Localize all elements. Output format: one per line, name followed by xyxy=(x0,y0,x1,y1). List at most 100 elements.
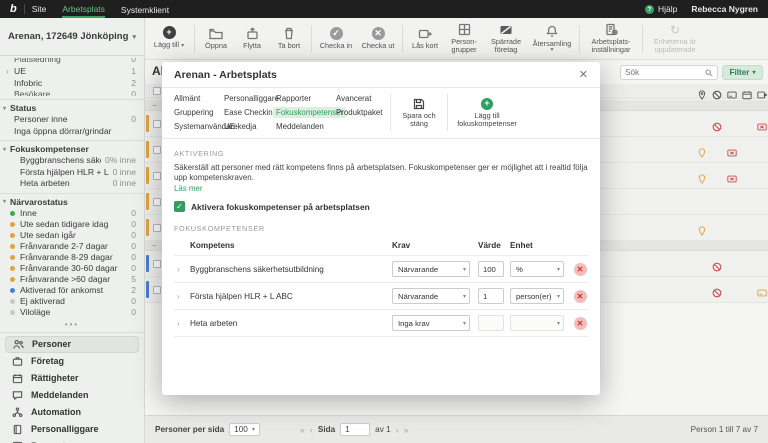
checkbox-checked-icon[interactable]: ✓ xyxy=(174,201,185,212)
read-more-link[interactable]: Läs mer xyxy=(174,184,203,193)
enhet-select[interactable]: person(er)▾ xyxy=(510,288,564,304)
section-fokus-header[interactable]: ▾ Fokuskompetenser xyxy=(0,143,144,155)
narvaro-item[interactable]: Aktiverad för ankomst2 xyxy=(0,285,144,296)
tab-allmant[interactable]: Allmänt xyxy=(174,94,200,103)
select-all-checkbox[interactable] xyxy=(153,87,161,95)
narvaro-item[interactable]: Frånvarande 2-7 dagar0 xyxy=(0,241,144,252)
sidebar-item-meddelanden[interactable]: Meddelanden xyxy=(5,387,139,404)
delete-row-icon[interactable]: ✕ xyxy=(574,317,587,330)
blocked-companies-button[interactable]: Spärrade företag xyxy=(484,21,528,56)
enhet-select[interactable]: ▾ xyxy=(510,315,564,331)
sidebar-item-automation[interactable]: Automation xyxy=(5,404,139,421)
person-groups-button[interactable]: Person-grupper xyxy=(444,21,484,56)
muster-button[interactable]: Återsamling▾ xyxy=(528,23,576,54)
narvaro-item[interactable]: Viloläge0 xyxy=(0,307,144,318)
fokus-item[interactable]: Första hjälpen HLR + L ABC 0 inne xyxy=(0,167,144,179)
narvaro-item[interactable]: Ute sedan igår0 xyxy=(0,230,144,241)
move-button[interactable]: Flytta xyxy=(234,25,270,52)
company-row-infobric[interactable]: Infobric 2 xyxy=(0,78,144,90)
workplace-selector[interactable]: Arenan, 172649 Jönköping ▾ xyxy=(0,18,144,56)
sidebar-item-rapporter[interactable]: Rapporter xyxy=(5,438,139,443)
row-checkbox[interactable] xyxy=(153,224,161,232)
chevron-right-icon[interactable]: › xyxy=(174,265,190,274)
sidebar-item-personer[interactable]: Personer xyxy=(5,336,139,353)
workplace-settings-button[interactable]: Arbetsplats-inställningar xyxy=(583,21,639,56)
tab-personalliggare[interactable]: Personalliggare xyxy=(224,94,279,103)
check-in-button[interactable]: ✓ Checka in xyxy=(315,25,357,52)
section-status-header[interactable]: ▾ Status xyxy=(0,102,144,114)
varde-input[interactable]: 1 xyxy=(478,288,504,304)
tab-ease-checkin[interactable]: Ease Checkin xyxy=(224,108,273,117)
tab-avancerat[interactable]: Avancerat xyxy=(336,94,371,103)
prev-page-button[interactable]: ‹ xyxy=(310,425,313,435)
chevron-right-icon[interactable]: › xyxy=(174,319,190,328)
card-export-icon[interactable] xyxy=(757,87,767,97)
sidebar-item-foretag[interactable]: Företag xyxy=(5,353,139,370)
per-page-select[interactable]: 100 ▾ xyxy=(229,423,260,436)
section-narvaro-header[interactable]: ▾ Närvarostatus xyxy=(0,196,144,208)
calendar-icon[interactable] xyxy=(742,87,752,97)
card-icon[interactable] xyxy=(727,87,737,97)
no-entry-icon[interactable] xyxy=(712,87,722,97)
narvaro-item[interactable]: Ute sedan tidigare idag0 xyxy=(0,219,144,230)
tab-ue-kedja[interactable]: UE-kedja xyxy=(224,122,256,131)
last-page-button[interactable]: » xyxy=(404,425,409,435)
lock-card-button[interactable]: Lås kort xyxy=(406,25,444,52)
status-item[interactable]: Inga öppna dörrar/grindar xyxy=(0,126,144,138)
top-tab-systemklient[interactable]: Systemklient xyxy=(121,2,169,17)
row-checkbox[interactable] xyxy=(153,260,161,268)
krav-select[interactable]: Närvarande▾ xyxy=(392,288,470,304)
row-checkbox[interactable] xyxy=(153,172,161,180)
activation-checkbox-label[interactable]: Aktivera fokuskompetenser på arbetsplats… xyxy=(191,202,370,212)
tab-rapporter[interactable]: Rapporter xyxy=(276,94,311,103)
sidebar-item-personalliggare[interactable]: Personalliggare xyxy=(5,421,139,438)
company-row-ue[interactable]: › UE 1 xyxy=(0,66,144,78)
row-checkbox[interactable] xyxy=(153,146,161,154)
narvaro-item[interactable]: Ej aktiverad0 xyxy=(0,296,144,307)
search-box[interactable] xyxy=(620,65,718,80)
check-out-button[interactable]: ✕ Checka ut xyxy=(357,25,399,52)
map-pin-icon[interactable] xyxy=(697,87,707,97)
company-row[interactable]: Besökare 0 xyxy=(0,89,144,96)
help-button[interactable]: ? Hjälp xyxy=(645,4,677,14)
company-row[interactable]: Platsledning 0 xyxy=(0,58,144,66)
krav-select[interactable]: Inga krav▾ xyxy=(392,315,470,331)
save-close-button[interactable]: Spara och stäng xyxy=(395,98,443,128)
tab-gruppering[interactable]: Gruppering xyxy=(174,108,213,117)
fokus-item[interactable]: Heta arbeten 0 inne xyxy=(0,178,144,190)
status-item[interactable]: Personer inne 0 xyxy=(0,114,144,126)
tab-meddelanden[interactable]: Meddelanden xyxy=(276,122,324,131)
krav-select[interactable]: Närvarande▾ xyxy=(392,261,470,277)
row-checkbox[interactable] xyxy=(153,120,161,128)
enhet-select[interactable]: %▾ xyxy=(510,261,564,277)
varde-input[interactable]: 100 xyxy=(478,261,504,277)
search-input[interactable] xyxy=(625,68,705,77)
chevron-right-icon[interactable]: › xyxy=(174,292,190,301)
close-icon[interactable]: ✕ xyxy=(579,68,588,81)
user-menu[interactable]: Rebecca Nygren xyxy=(691,4,758,14)
add-button[interactable]: + Lägg till▾ xyxy=(147,24,191,53)
next-page-button[interactable]: › xyxy=(396,425,399,435)
varde-input[interactable] xyxy=(478,315,504,331)
row-checkbox[interactable] xyxy=(153,198,161,206)
open-button[interactable]: Öppna xyxy=(198,25,234,52)
first-page-button[interactable]: « xyxy=(300,425,305,435)
page-number-input[interactable]: 1 xyxy=(340,423,370,436)
row-checkbox[interactable] xyxy=(153,286,161,294)
tab-produktpaket[interactable]: Produktpaket xyxy=(336,108,383,117)
delete-row-icon[interactable]: ✕ xyxy=(574,290,587,303)
narvaro-item[interactable]: Inne0 xyxy=(0,208,144,219)
top-tab-arbetsplats[interactable]: Arbetsplats xyxy=(62,1,105,18)
narvaro-item[interactable]: Frånvarande >60 dagar5 xyxy=(0,274,144,285)
fokus-item[interactable]: Byggbranschens säkerhets... 0% inne xyxy=(0,155,144,167)
more-ellipsis[interactable]: ••• xyxy=(0,318,144,330)
narvaro-item[interactable]: Frånvarande 8-29 dagar0 xyxy=(0,252,144,263)
delete-row-icon[interactable]: ✕ xyxy=(574,263,587,276)
workplace-settings-modal: Arenan - Arbetsplats ✕ Allmänt Personall… xyxy=(162,62,600,395)
sidebar-item-rattigheter[interactable]: Rättigheter xyxy=(5,370,139,387)
narvaro-item[interactable]: Frånvarande 30-60 dagar0 xyxy=(0,263,144,274)
delete-button[interactable]: Ta bort xyxy=(270,25,308,52)
caret-down-icon: ▾ xyxy=(463,320,466,327)
filter-button[interactable]: Filter ▾ xyxy=(722,65,763,80)
add-fokuskompetens-button[interactable]: + Lägg till fokuskompetenser xyxy=(452,98,522,128)
